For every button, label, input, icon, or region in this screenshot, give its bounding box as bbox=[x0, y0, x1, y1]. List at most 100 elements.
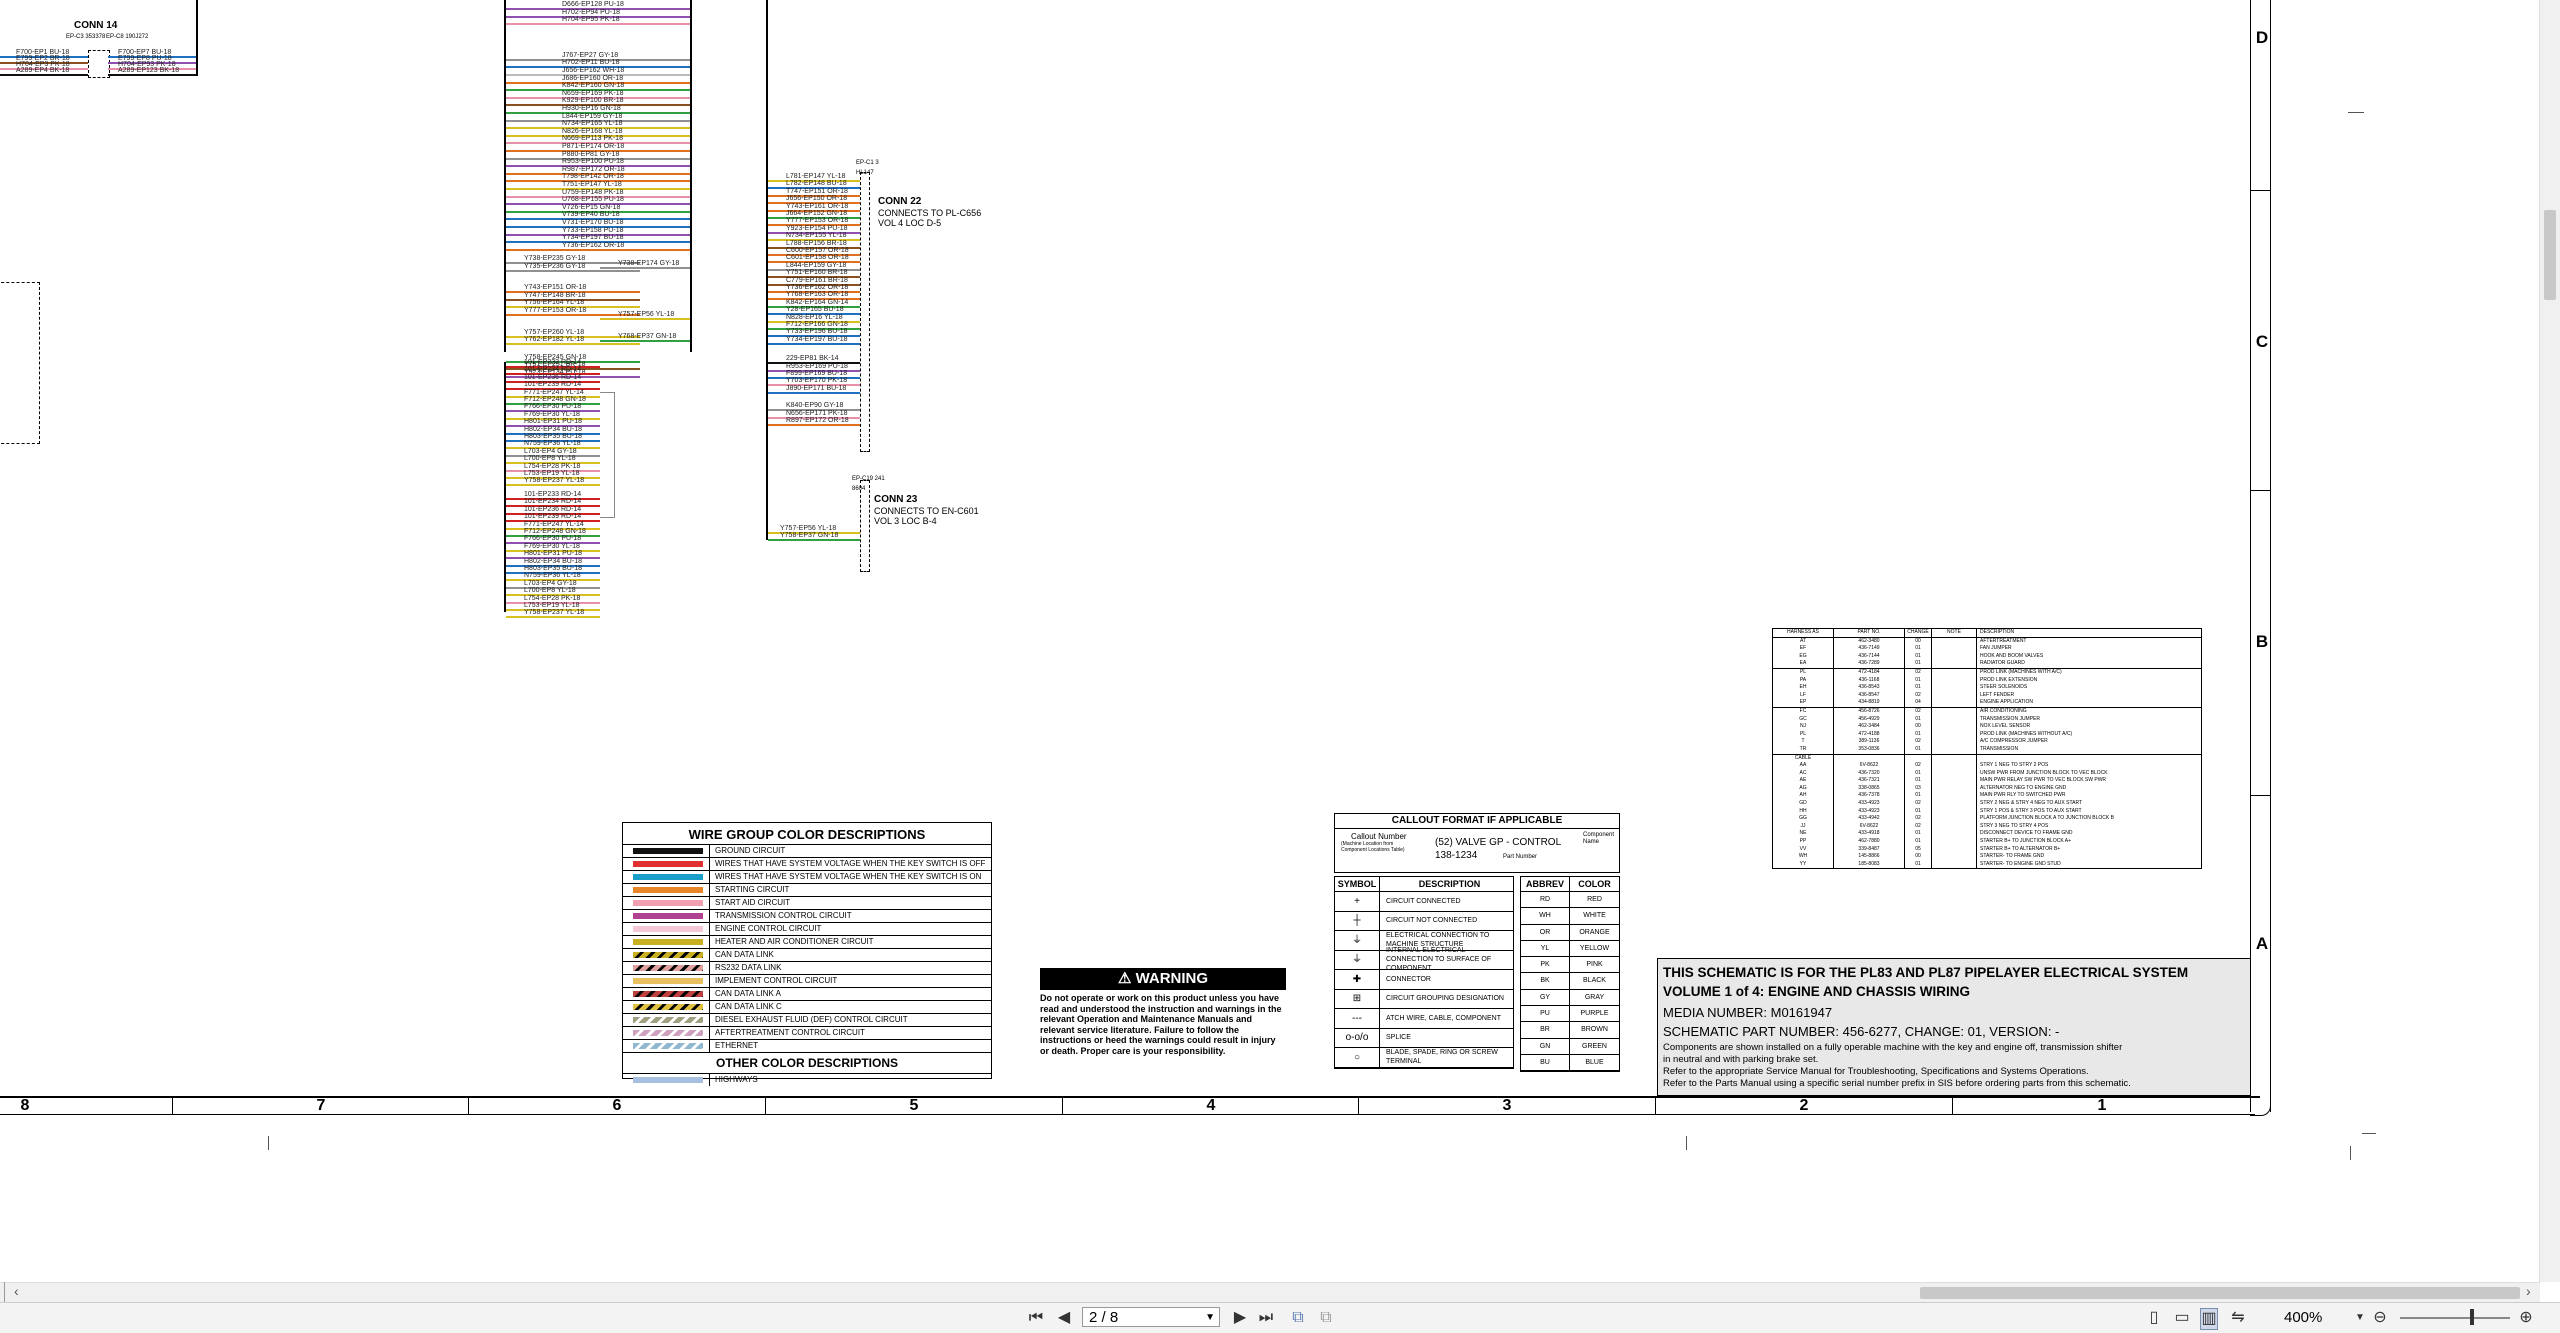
abbrev-code: PU bbox=[1521, 1006, 1570, 1022]
harness-a-label: U768-EP155 PU-18 bbox=[562, 196, 624, 204]
reftable-cell bbox=[1932, 668, 1977, 677]
harness-b-lower-label: N759-EP36 YL-18 bbox=[524, 572, 581, 580]
reftable-cell: A/C COMPRESSOR JUMPER bbox=[1980, 738, 2048, 745]
harness-c-bottom-wire bbox=[768, 539, 860, 541]
previous-page-icon[interactable]: ◀ bbox=[1056, 1308, 1072, 1328]
harness-reference-table: HARNESS AS PART NO. CHANGE NOTE DESCRIPTION A… bbox=[1772, 628, 2202, 870]
callout-title: CALLOUT FORMAT IF APPLICABLE bbox=[1335, 814, 1619, 829]
fit-page-icon[interactable]: ⧉ bbox=[1290, 1308, 1306, 1328]
next-page-icon[interactable]: ▶ bbox=[1232, 1308, 1248, 1328]
reftable-row: PP 462-7880 01 STARTER B+ TO JUNCTION BLOCK… bbox=[1773, 838, 2201, 846]
warning-body: Do not operate or work on this product u… bbox=[1040, 993, 1282, 1056]
symbol-glyph: ⏚ bbox=[1335, 931, 1380, 950]
harness-c-wire bbox=[768, 424, 860, 426]
symbol-description: CIRCUIT GROUPING DESIGNATION bbox=[1386, 995, 1504, 1003]
zoom-slider[interactable] bbox=[2400, 1317, 2510, 1319]
zoom-dropdown-icon[interactable]: ▼ bbox=[2352, 1308, 2368, 1328]
harness-a-label: R987-EP172 OR-18 bbox=[562, 165, 625, 173]
reftable-cell: 01 bbox=[1905, 807, 1932, 816]
reftable-cell bbox=[1932, 730, 1977, 739]
zoom-slider-handle[interactable] bbox=[2470, 1309, 2474, 1325]
horizontal-scrollbar[interactable]: ‹ › bbox=[0, 1282, 2540, 1303]
two-page-view-icon[interactable]: ▥ bbox=[2200, 1308, 2218, 1330]
harness-a-label: N734-EP165 YL-18 bbox=[562, 120, 623, 128]
abbrev-row: PK PINK bbox=[1521, 957, 1619, 974]
conn14-left-wire bbox=[0, 74, 88, 76]
symbol-row: + CIRCUIT CONNECTED bbox=[1335, 892, 1513, 912]
harness-c-label: K842-EP164 GN-14 bbox=[786, 298, 849, 306]
single-page-view-icon[interactable]: ▯ bbox=[2146, 1308, 2162, 1328]
vertical-scrollbar[interactable] bbox=[2539, 0, 2560, 1282]
reftable-cell: GC bbox=[1773, 715, 1834, 724]
harness-b-lower-label: L754-EP28 PK-18 bbox=[524, 594, 581, 602]
harness-b-upper-label: F771-EP247 YL-14 bbox=[524, 388, 584, 396]
reftable-cell: PL bbox=[1773, 668, 1834, 677]
reftable-cell: 185-8083 bbox=[1834, 860, 1905, 869]
symbol-glyph: ⊞ bbox=[1335, 989, 1380, 1008]
page-mark bbox=[2362, 1133, 2376, 1134]
reftable-cell: RADIATOR GUARD bbox=[1980, 660, 2025, 667]
legend-other-row-label: HIGHWAYS bbox=[715, 1075, 758, 1084]
title-block-note1: Components are shown installed on a full… bbox=[1663, 1042, 2123, 1053]
first-page-icon[interactable]: ⏮ bbox=[1028, 1308, 1044, 1328]
harness-a-label: Y734-EP197 BU-18 bbox=[562, 234, 624, 242]
reftable-cell: ALTERNATOR NEG TO ENGINE GND bbox=[1980, 784, 2067, 791]
horizontal-scroll-thumb[interactable] bbox=[1920, 1287, 2520, 1299]
zoom-out-icon[interactable]: ⊖ bbox=[2372, 1308, 2388, 1328]
reftable-cell: HARNESS AS bbox=[1773, 629, 1834, 637]
harness-b-lower-label: L753-EP19 YL-18 bbox=[524, 602, 580, 609]
harness-a-label: J767-EP27 GY-18 bbox=[562, 51, 619, 59]
zoom-level[interactable]: 400% bbox=[2284, 1309, 2322, 1326]
scroll-left-arrow[interactable]: ‹ bbox=[14, 1283, 19, 1299]
reftable-cell: YY bbox=[1773, 860, 1834, 869]
harness-a-wire bbox=[506, 248, 690, 251]
abbrev-color: PURPLE bbox=[1580, 1010, 1609, 1018]
reftable-cell: 436-7320 bbox=[1834, 769, 1905, 778]
rotate-view-icon[interactable]: ⇋ bbox=[2230, 1308, 2246, 1328]
symbol-glyph: ✚ bbox=[1335, 970, 1380, 989]
grid-row-d: D bbox=[2255, 28, 2269, 47]
reftable-cell: 01 bbox=[1905, 715, 1932, 724]
harness-c-wire bbox=[768, 342, 860, 345]
title-block-note2: in neutral and with parking brake set. bbox=[1663, 1054, 1819, 1065]
zoom-in-icon[interactable]: ⊕ bbox=[2518, 1308, 2534, 1328]
last-page-icon[interactable]: ⏭ bbox=[1258, 1308, 1274, 1328]
harness-a-lower-wire bbox=[506, 343, 640, 346]
reftable-cell bbox=[1932, 792, 1977, 801]
schematic-canvas[interactable]: D C B A 8 7 6 5 4 3 2 1 CONN 14 EP-C3 35… bbox=[0, 0, 2540, 1282]
continuous-view-icon[interactable]: ▭ bbox=[2174, 1308, 2190, 1328]
description-col-header: DESCRIPTION bbox=[1418, 879, 1481, 889]
reftable-cell: MAIN PWR RELAY SW PWR TO VEC BLOCK SW PW… bbox=[1980, 777, 2107, 784]
harness-c-label: Y703-EP170 PK-18 bbox=[786, 377, 848, 385]
reftable-cell: DESCRIPTION bbox=[1980, 629, 2015, 635]
reftable-cell: 02 bbox=[1905, 800, 1932, 808]
chevron-down-icon[interactable]: ▼ bbox=[1205, 1308, 1215, 1328]
abbrev-code: WH bbox=[1521, 908, 1570, 924]
reftable-cell: HH bbox=[1773, 807, 1834, 816]
reftable-row: AH 436-7378 01 MAIN PWR RLY TO SWITCHED PWR bbox=[1773, 792, 2201, 801]
reftable-row: AG 338-0865 03 ALTERNATOR NEG TO ENGINE GND bbox=[1773, 784, 2201, 793]
fit-width-icon[interactable]: ⧉ bbox=[1318, 1308, 1334, 1328]
legend-row-swatch bbox=[633, 874, 703, 880]
abbrev-color: GRAY bbox=[1584, 993, 1605, 1001]
page-number-input[interactable]: 2 / 8 ▼ bbox=[1082, 1307, 1220, 1327]
color-abbrev-table: ABBREV COLOR RD RED WH WHITE OR ORANGE YL YELLO… bbox=[1520, 876, 1620, 1073]
scroll-right-arrow[interactable]: › bbox=[2526, 1283, 2531, 1299]
reftable-cell: 01 bbox=[1905, 792, 1932, 801]
reftable-row: AE 436-7321 01 MAIN PWR RELAY SW PWR TO VEC… bbox=[1773, 777, 2201, 785]
reftable-cell: 01 bbox=[1905, 769, 1932, 778]
reftable-cell: FAN JUMPER bbox=[1980, 645, 2012, 652]
harness-c-label: Y734-EP197 BU-18 bbox=[786, 335, 848, 343]
reftable-cell: STRY 3 NEG TO STRY 4 POS bbox=[1980, 822, 2049, 829]
reftable-cell: CABLE bbox=[1773, 754, 1834, 763]
vertical-scroll-thumb[interactable] bbox=[2544, 210, 2556, 300]
reftable-cell: PP bbox=[1773, 838, 1834, 846]
legend-row-swatch bbox=[633, 861, 703, 867]
reftable-cell: 472-4184 bbox=[1834, 668, 1905, 677]
legend-divider bbox=[709, 949, 710, 961]
title-block-line1: THIS SCHEMATIC IS FOR THE PL83 AND PL87 … bbox=[1663, 965, 2189, 980]
reftable-row: GD 433-4923 02 STRY 2 NEG & STRY 4 NEG TO A… bbox=[1773, 800, 2201, 808]
abbrev-color: WHITE bbox=[1583, 912, 1606, 920]
reftable-cell: 436-7149 bbox=[1834, 645, 1905, 653]
scrollbar-corner bbox=[0, 1282, 5, 1302]
